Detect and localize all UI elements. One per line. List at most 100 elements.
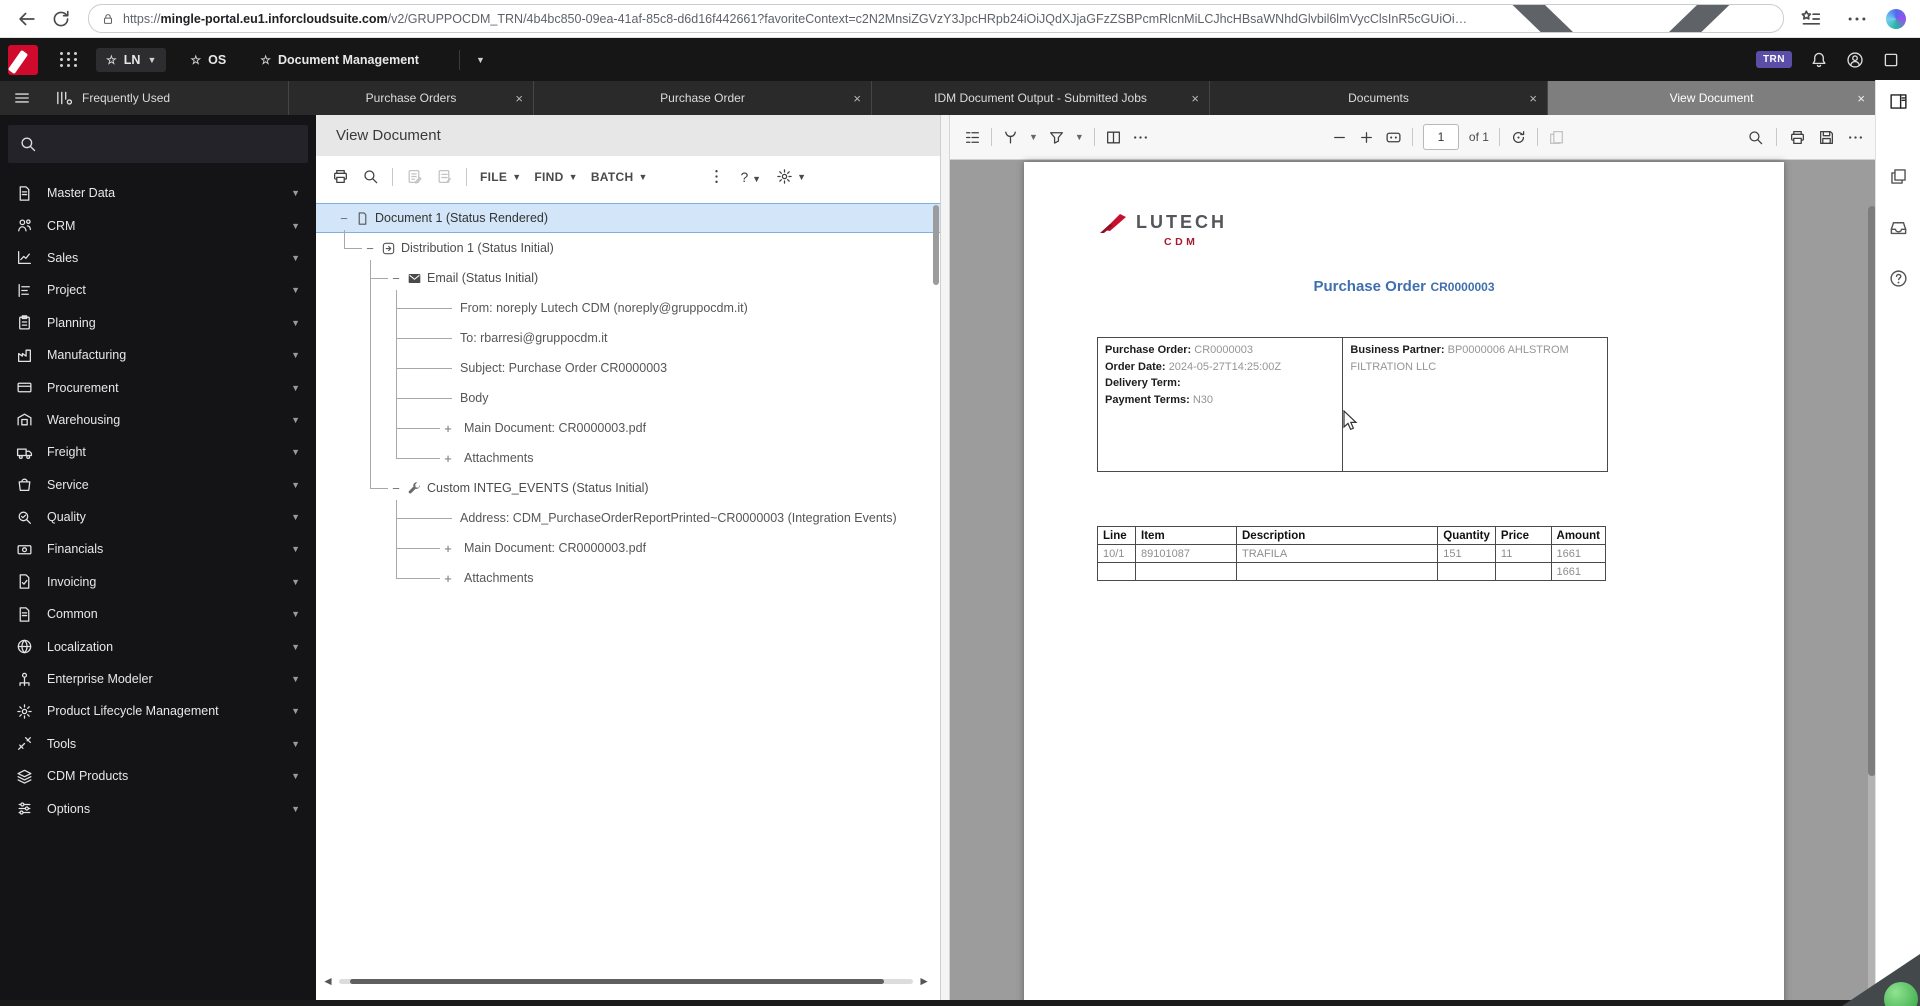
tree-node[interactable]: −Email (Status Initial) xyxy=(316,263,940,293)
notifications-bell-icon[interactable] xyxy=(1810,51,1828,69)
tree-node[interactable]: −Distribution 1 (Status Initial) xyxy=(316,233,940,263)
scroll-right-arrow[interactable]: ► xyxy=(918,974,930,988)
sidebar-item-quality[interactable]: Quality▼ xyxy=(0,501,316,533)
sidebar-item-tools[interactable]: Tools▼ xyxy=(0,728,316,760)
expand-icon[interactable]: + xyxy=(440,421,456,436)
print-document-icon[interactable] xyxy=(1789,129,1806,146)
close-icon[interactable]: × xyxy=(515,91,523,106)
search-document-icon[interactable] xyxy=(1747,129,1764,146)
sidebar-item-enterprise-modeler[interactable]: Enterprise Modeler▼ xyxy=(0,663,316,695)
print-icon[interactable] xyxy=(332,168,349,185)
outline-thumbnails-icon[interactable] xyxy=(964,129,981,146)
expand-icon[interactable]: + xyxy=(440,451,456,466)
sidebar-search-input[interactable] xyxy=(8,125,308,163)
sidebar-item-freight[interactable]: Freight▼ xyxy=(0,436,316,468)
browser-refresh-icon[interactable] xyxy=(50,8,72,30)
nav-item-document-management[interactable]: ☆Document Management xyxy=(250,48,429,72)
shape-filter-icon[interactable] xyxy=(1048,129,1065,146)
collapse-icon[interactable]: − xyxy=(388,271,404,286)
tree-node[interactable]: +Attachments xyxy=(316,443,940,473)
sidebar-item-options[interactable]: Options▼ xyxy=(0,792,316,824)
collapse-icon[interactable]: − xyxy=(388,481,404,496)
panel-layout-icon[interactable] xyxy=(1889,92,1908,111)
tree-node[interactable]: Body xyxy=(316,383,940,413)
chevron-down-icon[interactable]: ▼ xyxy=(476,55,485,65)
browser-back-icon[interactable] xyxy=(16,8,38,30)
scrollbar-thumb[interactable] xyxy=(350,979,884,984)
zoom-out-icon[interactable] xyxy=(1331,129,1348,146)
close-icon[interactable]: × xyxy=(1191,91,1199,106)
tree-node[interactable]: +Main Document: CR0000003.pdf xyxy=(316,413,940,443)
menu-hamburger-icon[interactable] xyxy=(0,81,43,115)
rotate-icon[interactable] xyxy=(1510,129,1527,146)
bookmark-star-icon[interactable] xyxy=(1471,4,1771,33)
sidebar-item-product-lifecycle-management[interactable]: Product Lifecycle Management▼ xyxy=(0,695,316,727)
sidebar-item-crm[interactable]: CRM▼ xyxy=(0,209,316,241)
search-icon[interactable] xyxy=(362,168,379,185)
help-button[interactable]: ? ▼ xyxy=(740,169,761,185)
app-frame-icon[interactable] xyxy=(1882,51,1900,69)
tree-node[interactable]: +Attachments xyxy=(316,563,940,593)
edit-properties-icon[interactable] xyxy=(436,168,453,185)
more-tools-icon[interactable] xyxy=(1132,129,1149,146)
sidebar-item-manufacturing[interactable]: Manufacturing▼ xyxy=(0,339,316,371)
close-icon[interactable]: × xyxy=(1857,91,1865,106)
sidebar-item-cdm-products[interactable]: CDM Products▼ xyxy=(0,760,316,792)
collapse-icon[interactable]: − xyxy=(336,211,352,226)
nav-item-os[interactable]: ☆OS xyxy=(180,48,236,72)
edit-document-icon[interactable] xyxy=(406,168,423,185)
tree-node[interactable]: To: rbarresi@gruppocdm.it xyxy=(316,323,940,353)
browser-menu-icon[interactable] xyxy=(1846,8,1868,30)
tab-view-document[interactable]: View Document× xyxy=(1548,81,1876,115)
expand-icon[interactable]: + xyxy=(440,541,456,556)
app-switcher-icon[interactable] xyxy=(60,52,78,67)
batch-menu-button[interactable]: BATCH▼ xyxy=(591,170,648,184)
tree-vertical-scrollbar[interactable] xyxy=(933,205,939,285)
zoom-in-icon[interactable] xyxy=(1358,129,1375,146)
annotate-marker-icon[interactable] xyxy=(1002,129,1019,146)
tree-node[interactable]: −Document 1 (Status Rendered) xyxy=(316,203,940,233)
collapse-icon[interactable]: − xyxy=(362,241,378,256)
sidebar-item-common[interactable]: Common▼ xyxy=(0,598,316,630)
sidebar-item-procurement[interactable]: Procurement▼ xyxy=(0,371,316,403)
more-options-kebab-icon[interactable] xyxy=(708,168,725,185)
panel-splitter[interactable] xyxy=(941,115,950,1006)
sidebar-item-project[interactable]: Project▼ xyxy=(0,274,316,306)
sidebar-item-planning[interactable]: Planning▼ xyxy=(0,307,316,339)
find-menu-button[interactable]: FIND▼ xyxy=(534,170,577,184)
page-view-icon[interactable] xyxy=(1548,129,1565,146)
split-view-icon[interactable] xyxy=(1105,129,1122,146)
sidebar-item-financials[interactable]: Financials▼ xyxy=(0,533,316,565)
inbox-tray-icon[interactable] xyxy=(1889,218,1908,237)
copilot-icon[interactable] xyxy=(1886,9,1906,29)
tab-idm-document-output-submitted-jobs[interactable]: IDM Document Output - Submitted Jobs× xyxy=(872,81,1210,115)
tree-node[interactable]: Address: CDM_PurchaseOrderReportPrinted~… xyxy=(316,503,940,533)
tab-purchase-order[interactable]: Purchase Order× xyxy=(534,81,872,115)
sidebar-item-master-data[interactable]: Master Data▼ xyxy=(0,177,316,209)
frequently-used-button[interactable]: Frequently Used xyxy=(43,81,289,115)
more-options-icon[interactable] xyxy=(1847,129,1864,146)
infor-logo[interactable] xyxy=(8,45,38,75)
url-bar[interactable]: https://mingle-portal.eu1.inforcloudsuit… xyxy=(88,4,1784,33)
tree-node[interactable]: From: noreply Lutech CDM (noreply@gruppo… xyxy=(316,293,940,323)
fit-width-icon[interactable] xyxy=(1385,129,1402,146)
tree-node[interactable]: Subject: Purchase Order CR0000003 xyxy=(316,353,940,383)
sidebar-item-sales[interactable]: Sales▼ xyxy=(0,242,316,274)
scroll-left-arrow[interactable]: ◄ xyxy=(322,974,334,988)
tree-node[interactable]: −Custom INTEG_EVENTS (Status Initial) xyxy=(316,473,940,503)
help-circle-icon[interactable] xyxy=(1889,269,1908,288)
user-account-icon[interactable] xyxy=(1846,51,1864,69)
sidebar-item-invoicing[interactable]: Invoicing▼ xyxy=(0,566,316,598)
close-icon[interactable]: × xyxy=(1529,91,1537,106)
expand-icon[interactable]: + xyxy=(440,571,456,586)
sidebar-item-service[interactable]: Service▼ xyxy=(0,469,316,501)
nav-item-ln[interactable]: ☆LN▼ xyxy=(96,48,166,72)
settings-gear-button[interactable]: ▼ xyxy=(776,168,806,185)
sidebar-item-warehousing[interactable]: Warehousing▼ xyxy=(0,404,316,436)
close-icon[interactable]: × xyxy=(853,91,861,106)
sidebar-item-localization[interactable]: Localization▼ xyxy=(0,630,316,662)
save-document-icon[interactable] xyxy=(1818,129,1835,146)
tree-horizontal-scrollbar[interactable]: ◄ ► xyxy=(322,974,930,988)
tab-purchase-orders[interactable]: Purchase Orders× xyxy=(289,81,534,115)
tree-node[interactable]: +Main Document: CR0000003.pdf xyxy=(316,533,940,563)
